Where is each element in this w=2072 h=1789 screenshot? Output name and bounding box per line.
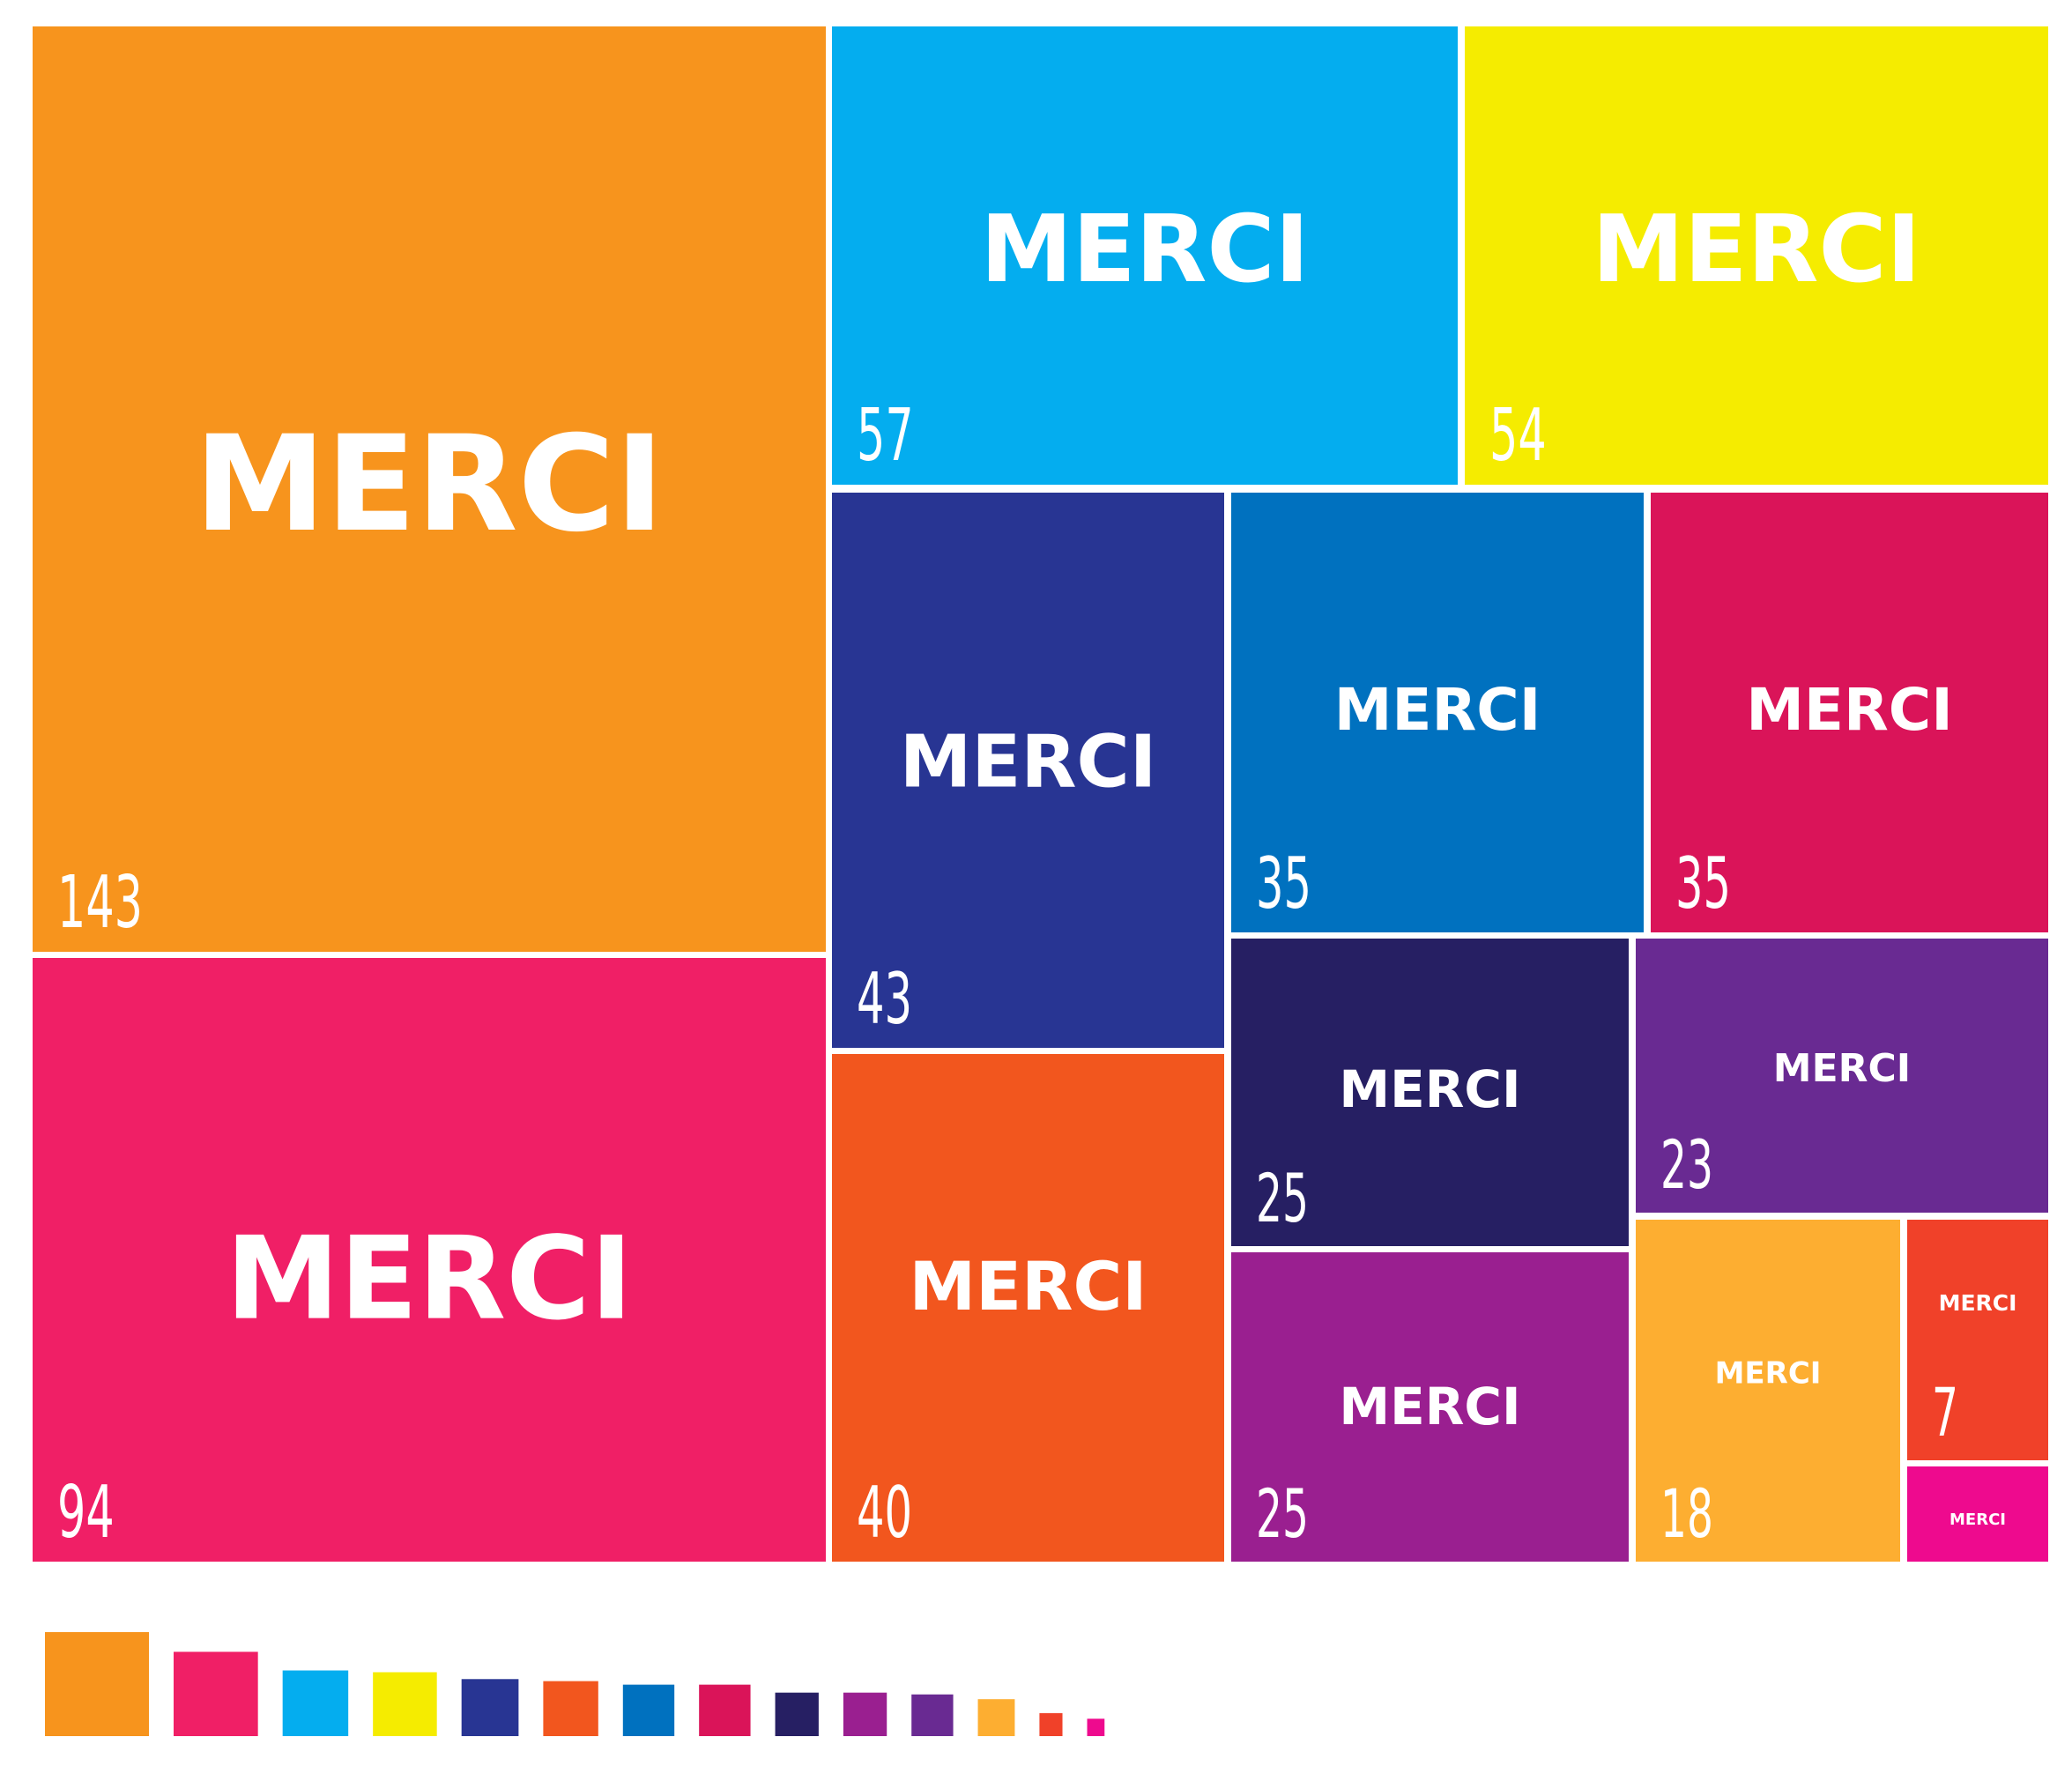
treemap-tile: MERCI 94 <box>33 958 826 1562</box>
tile-label: MERCI <box>909 1247 1147 1325</box>
treemap-tile: MERCI 25 <box>1231 1252 1629 1562</box>
tile-value: 143 <box>57 861 143 945</box>
tile-value: 43 <box>857 957 912 1040</box>
treemap-tile: MERCI 57 <box>832 26 1458 485</box>
tile-value: 94 <box>57 1471 115 1555</box>
tile-label: MERCI <box>900 720 1156 804</box>
legend-swatch <box>373 1672 437 1736</box>
treemap-tile: MERCI <box>1907 1466 2048 1562</box>
legend-swatch <box>461 1679 519 1736</box>
legend-swatch <box>282 1670 349 1736</box>
treemap-tile: MERCI 23 <box>1636 939 2048 1213</box>
tile-value: 35 <box>1256 842 1311 924</box>
tile-label: MERCI <box>1746 676 1953 744</box>
legend-swatch <box>45 1632 149 1736</box>
tile-label: MERCI <box>1339 1377 1520 1436</box>
tile-label: MERCI <box>1334 676 1541 744</box>
legend-swatch <box>543 1681 598 1736</box>
legend <box>45 1632 1105 1736</box>
treemap-tile: MERCI 18 <box>1636 1220 1900 1562</box>
tile-label: MERCI <box>194 408 664 561</box>
tile-value: 57 <box>857 394 914 478</box>
legend-swatch <box>843 1692 887 1736</box>
legend-swatch <box>1087 1718 1105 1736</box>
tile-label: MERCI <box>1715 1356 1822 1392</box>
legend-swatch <box>977 1699 1015 1736</box>
treemap-tile: MERCI 143 <box>33 26 826 952</box>
treemap-chart: MERCI143MERCI94MERCI57MERCI54MERCI43MERC… <box>33 26 2048 1736</box>
treemap-tile: MERCI 40 <box>832 1054 1224 1562</box>
tile-value: 25 <box>1256 1474 1309 1553</box>
tile-label: MERCI <box>980 196 1309 303</box>
legend-swatch <box>911 1694 954 1736</box>
tile-value: 18 <box>1660 1474 1713 1553</box>
tile-value: 35 <box>1675 842 1731 924</box>
legend-swatch <box>699 1684 751 1736</box>
treemap-tile: MERCI 25 <box>1231 939 1629 1246</box>
tile-label: MERCI <box>226 1212 633 1346</box>
tile-value: 7 <box>1932 1373 1958 1451</box>
tile-label: MERCI <box>1939 1290 2017 1316</box>
tile-label: MERCI <box>1339 1059 1520 1119</box>
treemap-tile: MERCI 35 <box>1651 493 2048 932</box>
legend-swatch <box>775 1692 819 1736</box>
treemap-tile: MERCI 54 <box>1465 26 2048 485</box>
tile-value: 54 <box>1489 394 1547 478</box>
legend-swatch <box>174 1652 258 1736</box>
tile-rect <box>1907 1220 2048 1460</box>
tile-label: MERCI <box>1949 1511 2006 1529</box>
tile-value: 23 <box>1660 1125 1713 1204</box>
treemap-tile: MERCI 35 <box>1231 493 1644 932</box>
tile-value: 25 <box>1256 1159 1309 1237</box>
legend-swatch <box>1039 1712 1063 1736</box>
legend-swatch <box>622 1684 675 1736</box>
treemap-tile: MERCI 43 <box>832 493 1224 1048</box>
treemap-tiles: MERCI143MERCI94MERCI57MERCI54MERCI43MERC… <box>33 26 2048 1562</box>
tile-label: MERCI <box>1773 1046 1911 1091</box>
tile-value: 40 <box>857 1471 912 1554</box>
tile-label: MERCI <box>1592 196 1920 303</box>
treemap-tile: MERCI 7 <box>1907 1220 2048 1460</box>
